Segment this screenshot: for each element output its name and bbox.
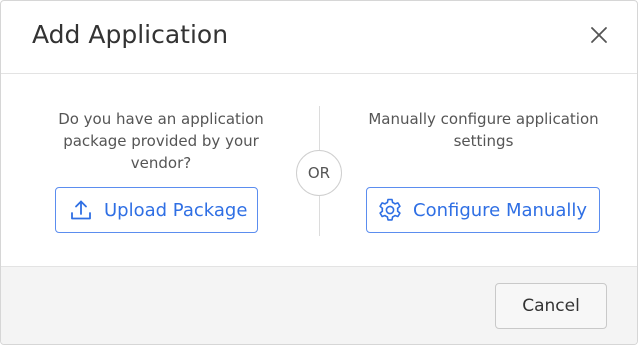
vertical-divider	[319, 106, 320, 152]
dialog-title: Add Application	[32, 20, 229, 49]
configure-manually-button[interactable]: Configure Manually	[366, 187, 600, 233]
dialog-footer: Cancel	[1, 266, 637, 344]
upload-icon	[68, 197, 94, 223]
upload-prompt-line: Do you have an application	[58, 110, 264, 128]
dialog-body: Do you have an application package provi…	[1, 74, 637, 266]
configure-prompt-line: settings	[453, 132, 514, 150]
dialog-header: Add Application	[1, 1, 637, 74]
close-icon	[589, 25, 609, 49]
or-label: OR	[307, 164, 331, 182]
upload-prompt-line: vendor?	[130, 154, 192, 172]
configure-prompt: Manually configure application settings	[351, 108, 616, 152]
upload-prompt-line: package provided by your	[63, 132, 259, 150]
upload-package-label: Upload Package	[104, 199, 248, 221]
close-button[interactable]	[583, 21, 615, 53]
upload-package-button[interactable]: Upload Package	[55, 187, 258, 233]
or-separator: OR	[296, 150, 342, 196]
upload-prompt: Do you have an application package provi…	[41, 108, 281, 174]
vertical-divider	[319, 196, 320, 236]
cancel-button[interactable]: Cancel	[495, 283, 607, 329]
configure-manually-label: Configure Manually	[413, 199, 588, 221]
add-application-dialog: Add Application Do you have an applicati…	[0, 0, 638, 345]
gear-icon	[377, 197, 403, 223]
configure-prompt-line: Manually configure application	[368, 110, 599, 128]
